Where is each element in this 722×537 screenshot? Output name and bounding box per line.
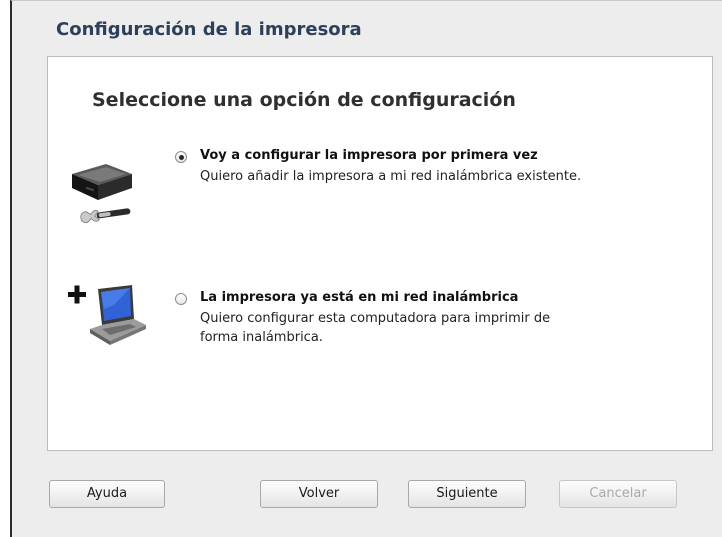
cancel-button: Cancelar bbox=[559, 480, 677, 508]
help-button[interactable]: Ayuda bbox=[49, 480, 165, 508]
first-time-setup-title[interactable]: Voy a configurar la impresora por primer… bbox=[200, 148, 538, 163]
back-button[interactable]: Volver bbox=[260, 480, 378, 508]
already-on-network-radio[interactable] bbox=[175, 293, 187, 305]
first-time-setup-radio[interactable] bbox=[175, 151, 187, 163]
first-time-setup-description: Quiero añadir la impresora a mi red inal… bbox=[200, 169, 582, 184]
description-line-1: Quiero configurar esta computadora para … bbox=[200, 311, 551, 326]
next-button[interactable]: Siguiente bbox=[408, 480, 526, 508]
add-laptop-icon bbox=[64, 275, 154, 359]
already-on-network-description: Quiero configurar esta computadora para … bbox=[200, 309, 550, 347]
setup-options-panel: Seleccione una opción de configuración V… bbox=[47, 56, 713, 451]
radio-selected-dot bbox=[179, 155, 184, 160]
already-on-network-title[interactable]: La impresora ya está en mi red inalámbri… bbox=[200, 290, 518, 305]
printer-setup-window: Configuración de la impresora Seleccione… bbox=[10, 0, 722, 537]
panel-heading: Seleccione una opción de configuración bbox=[92, 89, 516, 111]
window-title: Configuración de la impresora bbox=[56, 19, 362, 40]
description-line-2: forma inalámbrica. bbox=[200, 330, 323, 345]
printer-wrench-icon bbox=[66, 152, 146, 236]
